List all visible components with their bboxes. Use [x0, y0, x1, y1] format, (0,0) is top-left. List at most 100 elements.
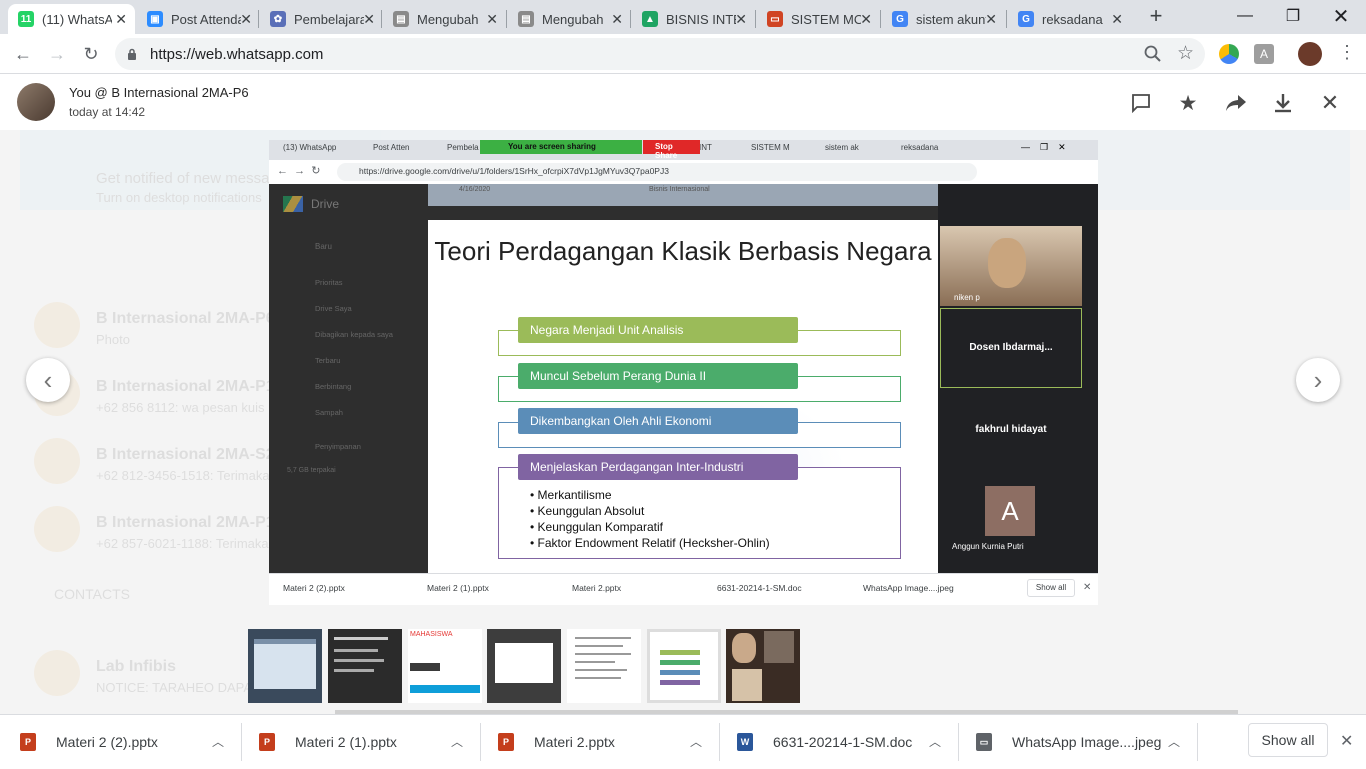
reload-icon[interactable]: ↻	[79, 42, 103, 66]
download-icon[interactable]	[1270, 90, 1296, 116]
close-tab-icon[interactable]: ✕	[486, 11, 498, 28]
download-item[interactable]: P Materi 2 (1).pptx	[259, 715, 397, 769]
tab-title: Pembelajaran	[294, 11, 364, 27]
pptx-file-icon: P	[20, 733, 36, 751]
slide-bullet: • Keunggulan Komparatif	[530, 520, 663, 534]
browser-tab[interactable]: Gsistem akuntansi✕	[882, 4, 1005, 34]
download-menu-caret-icon[interactable]: ︿	[929, 733, 941, 750]
screenshot-tab: INT	[699, 143, 712, 152]
screenshot-tab: Pembela	[447, 143, 479, 152]
tab-title: reksadana	[1042, 11, 1103, 27]
browser-tab[interactable]: ✿ Pembelajaran✕	[260, 4, 383, 34]
download-menu-caret-icon[interactable]: ︿	[212, 733, 224, 750]
star-icon[interactable]: ★	[1175, 90, 1201, 116]
participant-video: niken p	[940, 226, 1082, 306]
forward-message-icon[interactable]	[1223, 90, 1249, 116]
extension-icon[interactable]	[1219, 44, 1239, 64]
browser-tab[interactable]: Greksadana ✕	[1008, 4, 1131, 34]
screenshot-tab: sistem ak	[825, 143, 859, 152]
media-thumbnail[interactable]	[328, 629, 402, 703]
prev-slide-title: Bisnis Internasional	[649, 186, 710, 193]
download-filename: Materi 2 (1).pptx	[295, 734, 397, 750]
media-thumbnail[interactable]	[248, 629, 322, 703]
close-tab-icon[interactable]: ✕	[363, 11, 375, 28]
profile-avatar[interactable]	[1298, 42, 1322, 66]
back-icon[interactable]: ←	[11, 42, 35, 66]
download-item[interactable]: P Materi 2.pptx	[498, 715, 615, 769]
jpeg-file-icon: ▭	[976, 733, 992, 751]
browser-tab[interactable]: ▲ BISNIS INTERNASIONAL✕	[632, 4, 755, 34]
close-tab-icon[interactable]: ✕	[735, 11, 747, 28]
lock-icon	[127, 47, 137, 60]
show-all-button[interactable]: Show all	[1248, 723, 1328, 757]
slide-bullet: • Faktor Endowment Relatif (Hecksher-Ohl…	[530, 536, 770, 550]
new-tab-button[interactable]: +	[1146, 5, 1166, 27]
forward-icon[interactable]: →	[45, 42, 69, 66]
browser-tab[interactable]: ▣ Post Attendance✕	[137, 4, 260, 34]
drive-menu-item: Prioritas	[315, 278, 343, 287]
next-media-button[interactable]: ›	[1296, 358, 1340, 402]
drive-label: Drive	[311, 197, 340, 211]
prev-slide-date: 4/16/2020	[459, 186, 491, 193]
download-item[interactable]: ▭ WhatsApp Image....jpeg	[976, 715, 1161, 769]
document-icon: ▤	[518, 11, 534, 27]
close-download-bar-icon[interactable]: ✕	[1340, 731, 1353, 751]
download-item[interactable]: P Materi 2 (2).pptx	[20, 715, 158, 769]
download-menu-caret-icon[interactable]: ︿	[451, 733, 463, 750]
tab-title: SISTEM MONETER	[791, 11, 861, 27]
sender-avatar[interactable]	[17, 83, 55, 121]
close-tab-icon[interactable]: ✕	[240, 11, 252, 28]
menu-kebab-icon[interactable]: ⋮	[1338, 42, 1356, 63]
chat-title: B Internasional 2MA-P6	[96, 310, 275, 327]
screenshot-download-item: WhatsApp Image....jpeg	[863, 583, 954, 593]
media-thumbnail[interactable]	[487, 629, 561, 703]
previous-media-button[interactable]: ‹	[26, 358, 70, 402]
browser-tab[interactable]: ▤ Mengubah ✕	[508, 4, 631, 34]
chat-preview: +62 812-3456-1518: Terimakasih	[96, 468, 287, 483]
download-separator	[1197, 723, 1198, 761]
drive-menu-item: Drive Saya	[315, 304, 352, 313]
restore-icon[interactable]: ❐	[1270, 0, 1316, 32]
presentation-slide: Teori Perdagangan Klasik Berbasis Negara…	[428, 220, 938, 573]
slide-item: Dikembangkan Oleh Ahli Ekonomi	[518, 408, 798, 434]
screenshot-close-icon: ✕	[1083, 582, 1092, 593]
zoom-icon[interactable]	[1143, 44, 1163, 64]
download-separator	[241, 723, 242, 761]
close-tab-icon[interactable]: ✕	[860, 11, 872, 28]
close-tab-icon[interactable]: ✕	[985, 11, 997, 28]
close-tab-icon[interactable]: ✕	[1111, 11, 1123, 28]
url-text: https://web.whatsapp.com	[150, 46, 324, 63]
media-thumbnail-selected[interactable]	[647, 629, 721, 703]
pptx-file-icon: P	[498, 733, 514, 751]
reply-icon[interactable]	[1128, 90, 1154, 116]
media-thumbnail[interactable]: MAHASISWA	[408, 629, 482, 703]
chat-preview: +62 857-6021-1188: Terimakasih	[96, 536, 286, 551]
download-item[interactable]: W 6631-20214-1-SM.doc	[737, 715, 912, 769]
browser-tab[interactable]: ▭ SISTEM MONETER✕	[757, 4, 880, 34]
gear-icon: ✿	[270, 11, 286, 27]
participant-initial-avatar: A	[985, 486, 1035, 536]
media-thumbnail[interactable]	[726, 629, 800, 703]
close-window-icon[interactable]: ✕	[1318, 0, 1364, 32]
screenshot-tab-strip: (13) WhatsApp Post Atten Pembela INT SIS…	[269, 140, 1098, 160]
media-thumbnail[interactable]	[567, 629, 641, 703]
document-icon: ▤	[393, 11, 409, 27]
close-tab-icon[interactable]: ✕	[611, 11, 623, 28]
minimize-icon[interactable]: —	[1222, 0, 1268, 32]
pdf-extension-icon[interactable]: A	[1254, 44, 1274, 64]
screenshot-show-all: Show all	[1027, 579, 1075, 597]
contacts-heading: CONTACTS	[54, 586, 130, 602]
google-icon: G	[892, 11, 908, 27]
bookmark-star-icon[interactable]: ☆	[1177, 42, 1194, 65]
browser-tab[interactable]: ▤ Mengubah ✕	[383, 4, 506, 34]
address-bar[interactable]: https://web.whatsapp.com ☆	[115, 38, 1205, 70]
close-tab-icon[interactable]: ✕	[115, 11, 127, 28]
browser-toolbar: ← → ↻ https://web.whatsapp.com ☆ A ⋮	[0, 34, 1366, 74]
download-menu-caret-icon[interactable]: ︿	[690, 733, 702, 750]
download-menu-caret-icon[interactable]: ︿	[1168, 733, 1180, 750]
viewer-header: You @ B Internasional 2MA-P6 today at 14…	[0, 74, 1366, 130]
screenshot-download-bar: Materi 2 (2).pptx Materi 2 (1).pptx Materi…	[269, 573, 1098, 605]
drive-menu-item: Sampah	[315, 408, 343, 417]
browser-tab[interactable]: 11 (11) WhatsApp✕	[8, 4, 135, 34]
close-viewer-icon[interactable]: ✕	[1317, 90, 1343, 116]
